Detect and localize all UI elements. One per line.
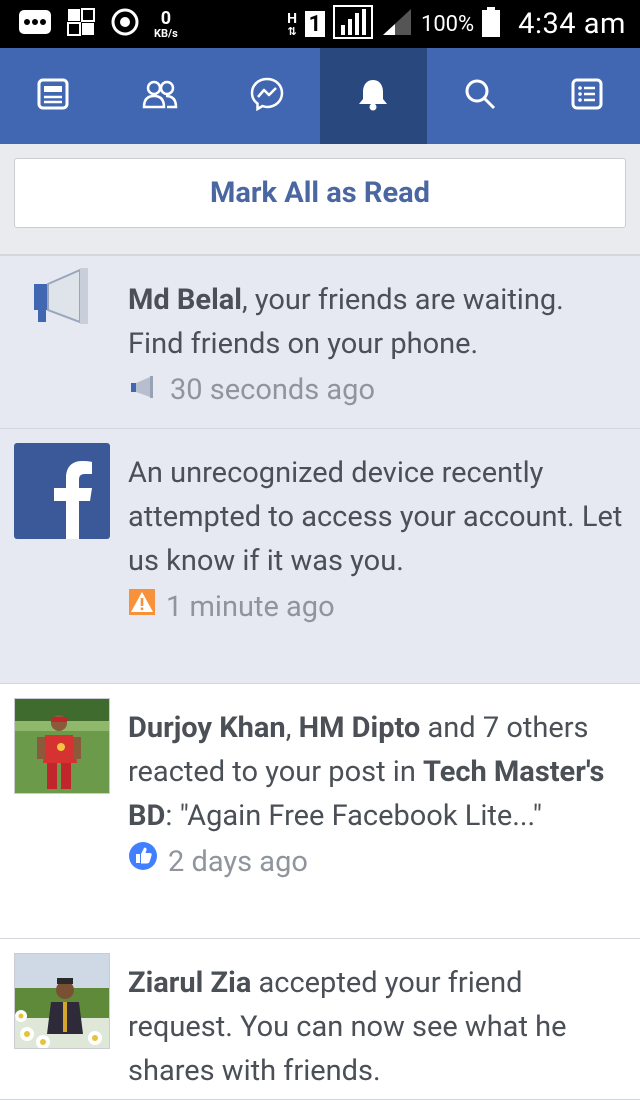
- signal-icon: [332, 5, 373, 43]
- timestamp: 1 minute ago: [166, 590, 335, 624]
- like-reaction-icon: [128, 840, 158, 884]
- avatar: [14, 953, 110, 1049]
- tab-menu[interactable]: [533, 48, 640, 144]
- notifications-bell-icon: [357, 77, 389, 115]
- speed-unit: KB/s: [154, 26, 178, 40]
- warning-icon: [128, 585, 156, 629]
- network-speed: 0 KB/s: [154, 7, 178, 40]
- notification-text: Durjoy Khan, HM Dipto and 7 others react…: [128, 706, 626, 884]
- search-icon: [464, 78, 496, 114]
- notification-text: Md Belal, your friends are waiting. Find…: [128, 278, 626, 412]
- megaphone-small-icon: [128, 368, 160, 412]
- message: An unrecognized device recently attempte…: [128, 456, 623, 578]
- clock: 4:34 am: [518, 7, 626, 41]
- signal-2-icon: [381, 7, 413, 41]
- separator: ,: [285, 711, 299, 745]
- status-bar: 0 KB/s H ⇅ 1 100% 4:34 am: [0, 0, 640, 48]
- messenger-icon: [250, 77, 284, 115]
- battery-icon: [482, 7, 501, 41]
- speed-value: 0: [160, 7, 172, 29]
- tab-search[interactable]: [427, 48, 534, 144]
- mark-all-read-button[interactable]: Mark All as Read: [14, 158, 626, 228]
- sync-icon: [110, 7, 140, 41]
- mark-all-section: Mark All as Read: [0, 144, 640, 256]
- battery-percent: 100%: [420, 11, 475, 37]
- menu-icon: [571, 78, 603, 114]
- tab-friend-requests[interactable]: [107, 48, 214, 144]
- post-quote: : "Again Free Facebook Lite...": [165, 799, 543, 833]
- messages-icon: [18, 9, 52, 39]
- timestamp-row: 30 seconds ago: [128, 368, 626, 412]
- notification-item[interactable]: Durjoy Khan, HM Dipto and 7 others react…: [0, 684, 640, 939]
- actor-name: Durjoy Khan: [128, 711, 286, 745]
- timestamp-row: 1 minute ago: [128, 585, 626, 629]
- sim-slot: 1: [304, 11, 325, 37]
- notification-text: Ziarul Zia accepted your friend request.…: [128, 961, 626, 1093]
- tab-notifications[interactable]: [320, 48, 427, 144]
- megaphone-icon: [14, 266, 110, 362]
- notification-text: An unrecognized device recently attempte…: [128, 451, 626, 629]
- avatar: [14, 698, 110, 794]
- facebook-logo-icon: [14, 443, 110, 539]
- actor-name: Ziarul Zia: [128, 966, 252, 1000]
- timestamp-row: 2 days ago: [128, 840, 626, 884]
- actor-name: HM Dipto: [298, 711, 421, 745]
- network-type: H ⇅: [287, 10, 297, 38]
- notification-item[interactable]: An unrecognized device recently attempte…: [0, 429, 640, 684]
- top-nav: [0, 48, 640, 144]
- friend-requests-icon: [142, 79, 178, 113]
- network-type-label: H: [287, 10, 297, 27]
- notification-item[interactable]: Ziarul Zia accepted your friend request.…: [0, 939, 640, 1100]
- tab-messenger[interactable]: [213, 48, 320, 144]
- timestamp: 30 seconds ago: [170, 373, 375, 407]
- notification-item[interactable]: Md Belal, your friends are waiting. Find…: [0, 256, 640, 429]
- tab-news-feed[interactable]: [0, 48, 107, 144]
- news-feed-icon: [37, 78, 69, 114]
- gallery-icon: [66, 7, 96, 41]
- actor-name: Md Belal: [128, 283, 242, 317]
- timestamp: 2 days ago: [168, 845, 308, 879]
